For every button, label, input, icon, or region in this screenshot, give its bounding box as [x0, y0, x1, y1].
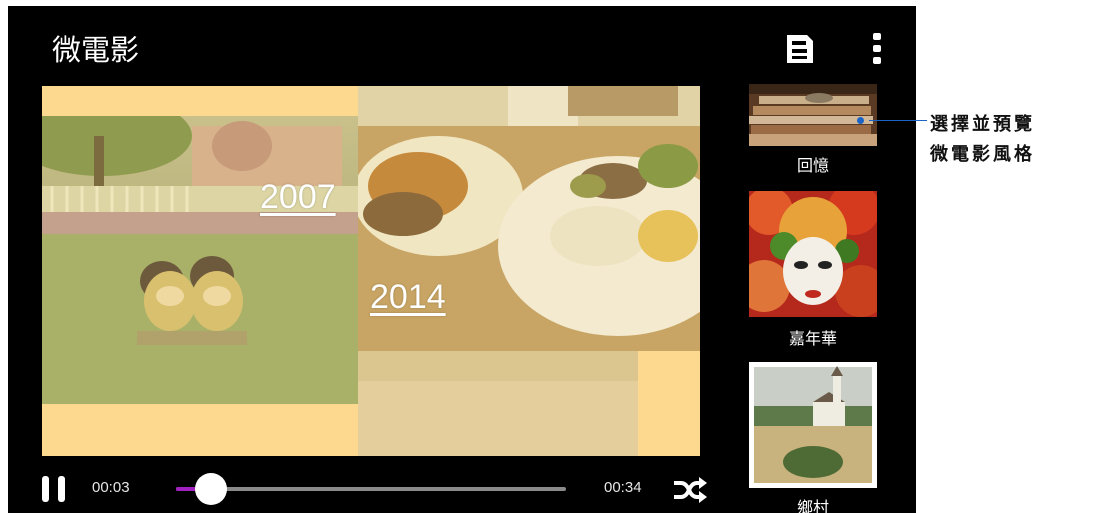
style-thumb-countryside — [749, 362, 877, 488]
seek-thumb[interactable] — [195, 473, 228, 505]
style-thumb-memories — [749, 84, 877, 146]
style-thumb-carnival — [749, 191, 877, 317]
pause-button[interactable] — [40, 476, 70, 502]
style-item-memories[interactable]: 回憶 — [749, 84, 877, 184]
style-label-memories: 回憶 — [796, 156, 829, 175]
current-time: 00:03 — [92, 479, 130, 496]
shuffle-button[interactable] — [672, 476, 708, 504]
style-item-countryside[interactable]: 鄉村 — [749, 362, 877, 513]
save-icon — [787, 35, 813, 63]
callout-line-2: 微電影風格 — [930, 144, 1035, 165]
style-label-carnival: 嘉年華 — [788, 329, 837, 348]
player-controls: 00:03 00:34 — [8, 460, 748, 513]
callout-dot — [857, 117, 864, 124]
photo-park — [42, 116, 358, 404]
total-time: 00:34 — [604, 479, 642, 496]
video-preview[interactable]: 2007 2014 — [42, 86, 700, 456]
save-button[interactable] — [784, 32, 816, 66]
pause-icon — [42, 476, 49, 502]
pause-icon-bar — [58, 476, 65, 502]
shuffle-icon — [674, 477, 707, 503]
callout-line — [869, 120, 927, 121]
callout-line-1: 選擇並預覽 — [930, 114, 1035, 135]
photo-blank — [358, 351, 638, 456]
more-vert-icon — [873, 33, 881, 64]
app-title: 微電影 — [52, 33, 140, 67]
more-options-button[interactable] — [870, 32, 886, 66]
style-item-carnival[interactable]: 嘉年華 — [749, 191, 877, 351]
style-label-countryside: 鄉村 — [796, 498, 829, 513]
seek-bar[interactable] — [176, 473, 566, 505]
phone-screen: 微電影 2007 2014 00:03 00:34 回憶 嘉年華 鄉村 — [8, 6, 916, 513]
callout-text: 選擇並預覽 微電影風格 — [930, 110, 1035, 170]
year-label-2007: 2007 — [260, 178, 336, 216]
year-label-2014: 2014 — [370, 278, 446, 316]
